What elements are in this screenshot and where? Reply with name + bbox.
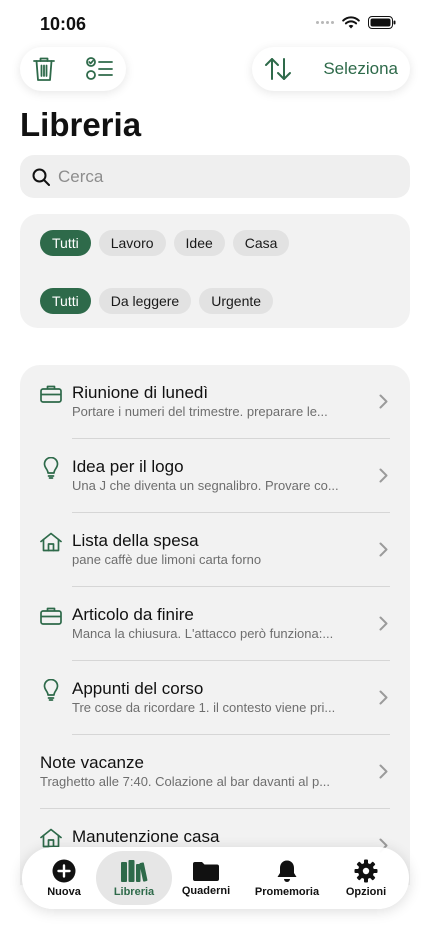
chip-da-leggere[interactable]: Da leggere xyxy=(98,288,192,314)
chip-idee[interactable]: Idee xyxy=(173,230,225,256)
search-bar[interactable] xyxy=(20,155,410,198)
books-icon xyxy=(121,859,148,882)
note-row[interactable]: Lista della spesa pane caffè due limoni … xyxy=(20,513,410,587)
search-input[interactable] xyxy=(58,166,378,187)
status-icons xyxy=(316,16,396,29)
tab-nuova[interactable]: Nuova xyxy=(26,847,102,909)
category-filter-row: Tutti Lavoro Idee Casa xyxy=(40,230,290,256)
chevron-right-icon xyxy=(379,468,388,483)
lightbulb-icon xyxy=(40,679,62,701)
cellular-signal-icon xyxy=(316,21,334,24)
tab-promemoria[interactable]: Promemoria xyxy=(248,847,326,909)
trash-icon[interactable] xyxy=(32,56,56,82)
chevron-right-icon xyxy=(379,690,388,705)
tab-label: Promemoria xyxy=(254,885,320,898)
notes-list: Riunione di lunedì Portare i numeri del … xyxy=(20,365,410,885)
chip-all-categories[interactable]: Tutti xyxy=(40,230,91,256)
house-icon xyxy=(40,827,62,849)
lightbulb-icon xyxy=(40,457,62,479)
chip-urgente[interactable]: Urgente xyxy=(199,288,274,314)
note-row[interactable]: Idea per il logo Una J che diventa un se… xyxy=(20,439,410,513)
tab-opzioni[interactable]: Opzioni xyxy=(328,847,404,909)
note-row[interactable]: Note vacanze Traghetto alle 7:40. Colazi… xyxy=(20,735,410,809)
chevron-right-icon xyxy=(379,394,388,409)
note-preview: Traghetto alle 7:40. Colazione al bar da… xyxy=(40,774,331,789)
chip-all-tags[interactable]: Tutti xyxy=(40,288,91,314)
note-title: Riunione di lunedì xyxy=(72,383,209,402)
status-time: 10:06 xyxy=(40,14,87,34)
sort-arrows-icon[interactable] xyxy=(264,57,292,81)
checklist-icon[interactable] xyxy=(86,57,114,81)
chevron-right-icon xyxy=(379,616,388,631)
edit-actions-group xyxy=(20,47,126,91)
search-icon xyxy=(32,168,50,186)
plus-circle-icon xyxy=(52,859,76,882)
briefcase-icon xyxy=(40,383,62,405)
battery-icon xyxy=(368,16,396,29)
tab-quaderni[interactable]: Quaderni xyxy=(168,847,244,909)
tag-filter-row: Tutti Da leggere Urgente xyxy=(40,288,274,314)
bell-icon xyxy=(277,860,297,882)
note-row[interactable]: Articolo da finire Manca la chiusura. L'… xyxy=(20,587,410,661)
chip-lavoro[interactable]: Lavoro xyxy=(98,230,166,256)
tab-libreria[interactable]: Libreria xyxy=(96,851,172,905)
note-preview: Una J che diventa un segnalibro. Provare… xyxy=(72,478,339,493)
note-preview: pane caffè due limoni carta forno xyxy=(72,552,262,567)
house-icon xyxy=(40,531,62,553)
note-title: Articolo da finire xyxy=(72,605,194,624)
note-title: Idea per il logo xyxy=(72,457,184,476)
page-title: Libreria xyxy=(20,106,142,143)
tab-label: Quaderni xyxy=(181,884,231,897)
tab-bar: Nuova Libreria Quaderni Promemoria Opzio… xyxy=(22,847,409,909)
filter-panel: Tutti Lavoro Idee Casa Tutti Da leggere … xyxy=(20,214,410,328)
tab-label: Opzioni xyxy=(345,885,387,898)
note-title: Note vacanze xyxy=(40,753,144,772)
note-preview: Portare i numeri del trimestre. preparar… xyxy=(72,404,328,419)
chevron-right-icon xyxy=(379,542,388,557)
note-title: Manutenzione casa xyxy=(72,827,220,846)
tab-label: Libreria xyxy=(113,885,155,898)
chip-casa[interactable]: Casa xyxy=(232,230,290,256)
note-row[interactable]: Riunione di lunedì Portare i numeri del … xyxy=(20,365,410,439)
briefcase-icon xyxy=(40,605,62,627)
sort-select-group: Seleziona xyxy=(252,47,410,91)
folder-icon xyxy=(193,861,219,881)
note-title: Lista della spesa xyxy=(72,531,199,550)
note-preview: Tre cose da ricordare 1. il contesto vie… xyxy=(72,700,336,715)
chevron-right-icon xyxy=(379,764,388,779)
note-title: Appunti del corso xyxy=(72,679,204,698)
tab-label: Nuova xyxy=(47,885,81,898)
select-button[interactable]: Seleziona xyxy=(323,59,398,79)
note-row[interactable]: Appunti del corso Tre cose da ricordare … xyxy=(20,661,410,735)
gear-icon xyxy=(354,859,378,882)
note-preview: Manca la chiusura. L'attacco però funzio… xyxy=(72,626,334,641)
status-bar: 10:06 xyxy=(0,0,430,48)
wifi-icon xyxy=(342,16,360,29)
